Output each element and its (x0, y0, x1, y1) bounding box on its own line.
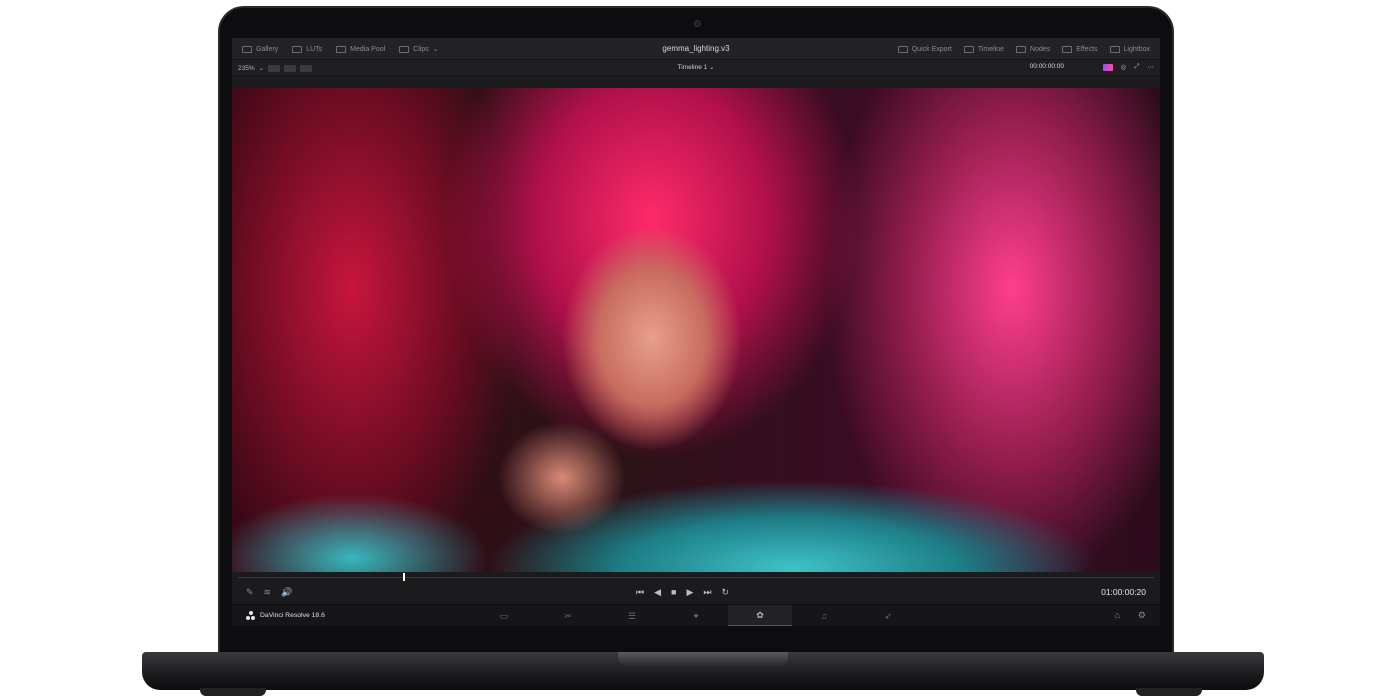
nodes-button[interactable]: Nodes (1016, 45, 1051, 53)
media-pool-icon (336, 45, 347, 53)
zoom-control: 235% ⌄ (238, 64, 313, 72)
timeline-label: Timeline (977, 45, 1005, 53)
lightbox-icon (1109, 45, 1120, 53)
zoom-level[interactable]: 235% (238, 65, 255, 72)
app-window: Gallery LUTs Media Pool Clips ⌄ gemma_li… (232, 38, 1160, 626)
lightbox-label: Lightbox (1123, 45, 1150, 53)
stop-icon[interactable]: ■ (671, 587, 676, 598)
skip-to-end-icon[interactable]: ⏭ (703, 587, 711, 598)
chevron-down-icon: ⌄ (432, 46, 439, 53)
laptop-foot-right (1136, 688, 1202, 696)
luts-label: LUTs (306, 45, 323, 53)
tab-cut[interactable]: ✂ (536, 605, 600, 626)
fullscreen-icon[interactable]: ⤢ (1134, 63, 1139, 71)
camera-icon (694, 20, 701, 27)
deliver-page-icon: ➶ (884, 610, 892, 621)
clips-label: Clips (413, 45, 429, 53)
playhead[interactable] (402, 573, 405, 581)
page-navigation-bar: DaVinci Resolve 18.6 ▭ ✂ ☰ ✦ ✿ ♫ ➶ ⌂ ⚙ (232, 604, 1160, 626)
timeline-icon (963, 45, 974, 53)
scrubber-track (238, 577, 1154, 578)
media-pool-label: Media Pool (350, 45, 386, 53)
timeline-selector[interactable]: Timeline 1 ⌄ (232, 63, 1160, 71)
layers-icon[interactable]: ≋ (264, 587, 272, 598)
cut-page-icon: ✂ (564, 610, 572, 621)
gallery-icon (242, 45, 252, 53)
tab-deliver[interactable]: ➶ (856, 605, 920, 626)
quick-export-icon (897, 45, 908, 53)
media-page-icon: ▭ (499, 610, 509, 621)
gallery-button[interactable]: Gallery (242, 45, 279, 53)
top-toolbar-right: Quick Export Timeline Nodes Effects Ligh… (897, 38, 1150, 60)
davinci-logo-icon (246, 611, 255, 620)
playback-buttons: ⏮ ◀ ■ ▶ ⏭ ↻ (636, 587, 729, 598)
luts-button[interactable]: LUTs (292, 45, 323, 53)
playback-timecode: 01:00:00:20 (1101, 587, 1146, 597)
quick-export-label: Quick Export (911, 45, 952, 53)
chevron-down-icon: ⌄ (709, 64, 715, 71)
highlight-icon[interactable]: ◎ (1121, 63, 1127, 71)
nodes-label: Nodes (1030, 45, 1051, 53)
top-toolbar-left: Gallery LUTs Media Pool Clips ⌄ (242, 38, 439, 60)
media-pool-button[interactable]: Media Pool (336, 45, 386, 53)
home-icon[interactable]: ⌂ (1114, 610, 1119, 621)
app-name: DaVinci Resolve 18.6 (260, 612, 325, 619)
quick-export-button[interactable]: Quick Export (897, 45, 952, 53)
color-page-icon: ✿ (756, 609, 764, 620)
loop-icon[interactable]: ↻ (722, 587, 730, 598)
fusion-page-icon: ✦ (692, 610, 700, 621)
transport-left-tools: ✎ ≋ 🔊 (246, 587, 292, 598)
laptop-hinge (618, 652, 788, 666)
gallery-label: Gallery (256, 45, 279, 53)
clips-icon (399, 45, 410, 53)
wipe-button[interactable] (284, 64, 297, 72)
eyedropper-icon[interactable]: ✎ (246, 587, 254, 598)
effects-button[interactable]: Effects (1062, 45, 1098, 53)
tab-edit[interactable]: ☰ (600, 605, 664, 626)
play-icon[interactable]: ▶ (686, 587, 693, 598)
effects-label: Effects (1076, 45, 1098, 53)
lightbox-button[interactable]: Lightbox (1109, 45, 1150, 53)
page-tabs: ▭ ✂ ☰ ✦ ✿ ♫ ➶ (472, 605, 920, 626)
luts-icon (292, 45, 303, 53)
viewer-options-right: ◎ ⤢ ⋯ (1102, 63, 1155, 71)
tab-fairlight[interactable]: ♫ (792, 605, 856, 626)
chevron-down-icon[interactable]: ⌄ (259, 64, 264, 72)
gear-icon[interactable]: ⚙ (1138, 610, 1146, 621)
volume-icon[interactable]: 🔊 (281, 587, 292, 598)
split-screen-button[interactable] (300, 64, 313, 72)
timeline-button[interactable]: Timeline (963, 45, 1005, 53)
nodes-icon (1016, 45, 1027, 53)
color-swatch-icon[interactable] (1102, 63, 1113, 71)
tab-media[interactable]: ▭ (472, 605, 536, 626)
video-viewer[interactable] (232, 88, 1160, 572)
transport-controls: ✎ ≋ 🔊 ⏮ ◀ ■ ▶ ⏭ ↻ 01:00:00:20 (232, 582, 1160, 604)
fairlight-page-icon: ♫ (820, 611, 828, 621)
tab-fusion[interactable]: ✦ (664, 605, 728, 626)
top-toolbar: Gallery LUTs Media Pool Clips ⌄ gemma_li… (232, 38, 1160, 60)
viewer-options-bar: 235% ⌄ Timeline 1 ⌄ 00:00:00:00 ◎ ⤢ ⋯ (232, 60, 1160, 76)
laptop-foot-left (200, 688, 266, 696)
effects-icon (1062, 45, 1073, 53)
more-options-icon[interactable]: ⋯ (1148, 63, 1155, 71)
app-brand: DaVinci Resolve 18.6 (246, 611, 325, 620)
skip-to-start-icon[interactable]: ⏮ (636, 587, 644, 598)
viewer-timecode: 00:00:00:00 (1029, 63, 1064, 70)
page-bar-right: ⌂ ⚙ (1114, 610, 1146, 621)
clips-button[interactable]: Clips ⌄ (399, 45, 439, 53)
edit-page-icon: ☰ (627, 610, 637, 621)
play-reverse-icon[interactable]: ◀ (654, 587, 661, 598)
scrubber-bar[interactable] (232, 572, 1160, 582)
tab-color[interactable]: ✿ (728, 605, 792, 626)
viewer-mode-button[interactable] (268, 64, 281, 72)
timeline-name: Timeline 1 (677, 64, 708, 71)
